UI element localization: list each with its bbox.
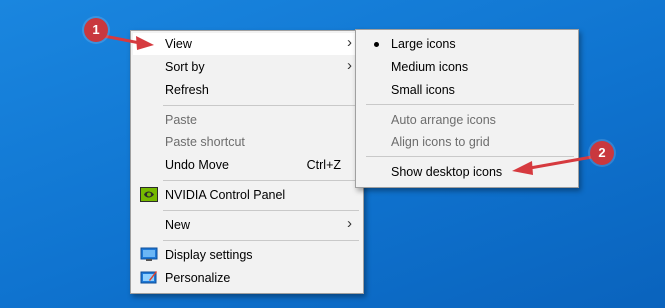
menu-item-label: Paste [165, 113, 197, 127]
display-icon [140, 246, 158, 263]
menu-item-medium-icons[interactable]: Medium icons [358, 56, 576, 78]
view-submenu: Large icons Medium icons Small icons Aut… [355, 29, 579, 188]
menu-item-display-settings[interactable]: Display settings [133, 244, 361, 266]
menu-separator [366, 104, 574, 105]
menu-separator [163, 105, 359, 106]
menu-item-paste-shortcut[interactable]: Paste shortcut [133, 131, 361, 153]
menu-item-label: NVIDIA Control Panel [165, 188, 286, 202]
menu-item-personalize[interactable]: Personalize [133, 267, 361, 289]
callout-badge-1: 1 [84, 18, 108, 42]
menu-item-label: Display settings [165, 248, 253, 262]
menu-item-auto-arrange-icons[interactable]: Auto arrange icons [358, 109, 576, 131]
chevron-right-icon: › [347, 57, 352, 74]
chevron-right-icon: › [347, 215, 352, 232]
callout-badge-2: 2 [590, 141, 614, 165]
nvidia-icon [140, 186, 158, 203]
menu-item-label: New [165, 218, 191, 232]
menu-item-label: Show desktop icons [391, 165, 503, 179]
menu-item-label: Medium icons [391, 60, 469, 74]
menu-item-label: Align icons to grid [391, 135, 490, 149]
menu-item-refresh[interactable]: Refresh [133, 79, 361, 101]
menu-item-label: Large icons [391, 37, 456, 51]
menu-separator [163, 240, 359, 241]
menu-item-label: View [165, 37, 192, 51]
selected-bullet-icon [374, 42, 379, 47]
menu-item-label: Undo Move [165, 158, 229, 172]
menu-item-small-icons[interactable]: Small icons [358, 79, 576, 101]
shortcut-text: Ctrl+Z [306, 158, 341, 172]
menu-item-new[interactable]: New › [133, 214, 361, 236]
menu-item-label: Small icons [391, 83, 455, 97]
menu-item-sort-by[interactable]: Sort by › [133, 56, 361, 78]
menu-item-nvidia-control-panel[interactable]: NVIDIA Control Panel [133, 184, 361, 206]
menu-separator [163, 210, 359, 211]
menu-item-view[interactable]: View › [133, 33, 361, 55]
menu-item-large-icons[interactable]: Large icons [358, 33, 576, 55]
menu-item-paste[interactable]: Paste [133, 109, 361, 131]
menu-item-show-desktop-icons[interactable]: Show desktop icons [358, 161, 576, 183]
menu-separator [366, 156, 574, 157]
menu-item-align-icons-to-grid[interactable]: Align icons to grid [358, 131, 576, 153]
personalize-icon [140, 269, 158, 286]
menu-item-label: Paste shortcut [165, 135, 245, 149]
menu-separator [163, 180, 359, 181]
menu-item-label: Auto arrange icons [391, 113, 496, 127]
menu-item-label: Personalize [165, 271, 231, 285]
desktop-context-menu: View › Sort by › Refresh Paste Paste sho… [130, 30, 364, 294]
menu-item-label: Sort by [165, 60, 205, 74]
chevron-right-icon: › [347, 34, 352, 51]
menu-item-label: Refresh [165, 83, 209, 97]
menu-item-undo-move[interactable]: Undo Move Ctrl+Z [133, 154, 361, 176]
